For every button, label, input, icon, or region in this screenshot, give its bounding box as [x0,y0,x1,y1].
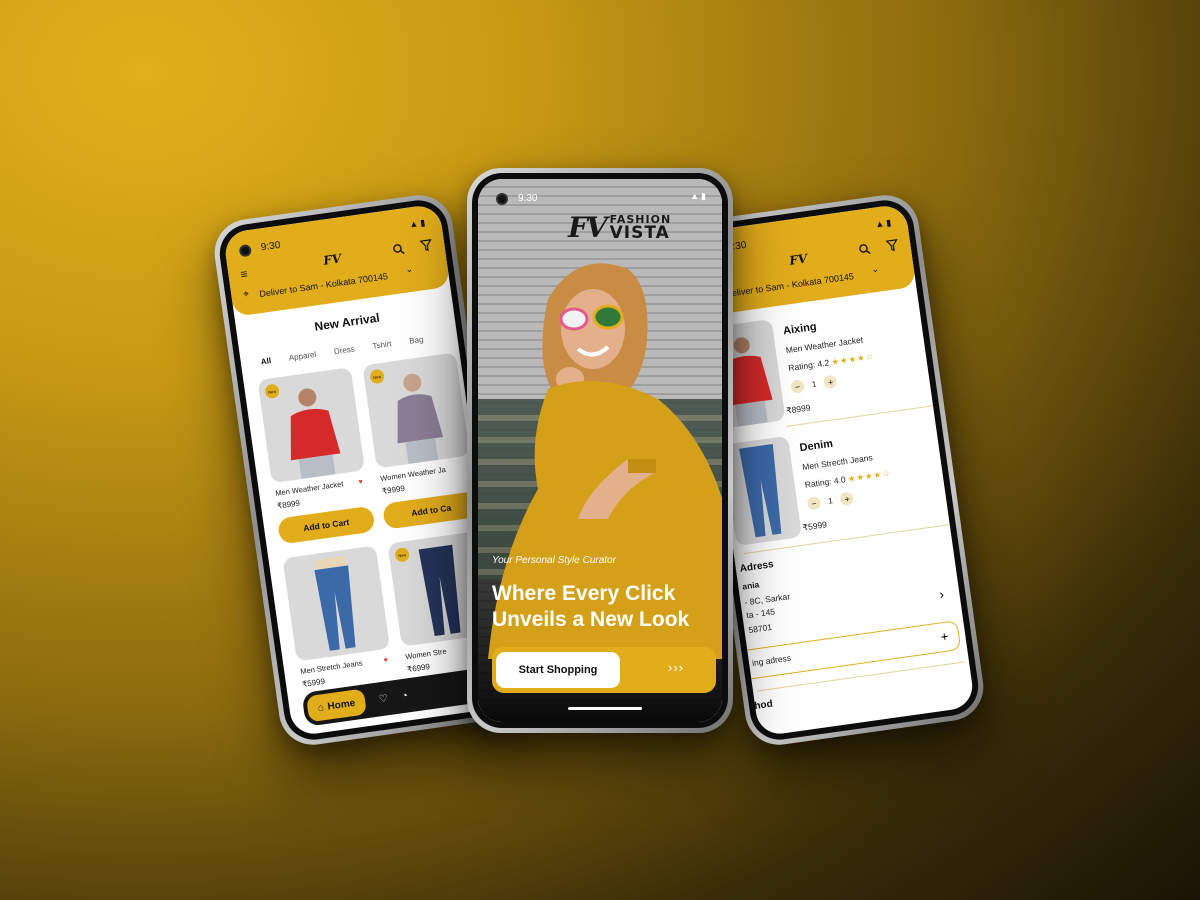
product-name: Women Weather Ja [379,464,447,484]
address-title: Adress [739,559,775,575]
app-logo: FV [788,251,809,268]
cart-item-rating: Rating: 4.0 ★★★★☆ [804,468,891,491]
address-name: ania [741,579,760,592]
product-price: ₹8999 [276,498,301,511]
decrease-button[interactable]: − [806,495,822,511]
search-icon[interactable] [392,243,406,260]
quantity-stepper: − 1 + [790,374,839,394]
rating-stars: ★★★★☆ [830,351,875,367]
decrease-button[interactable]: − [790,379,805,394]
menu-icon[interactable]: ≡ [240,267,249,282]
add-address-label: ing adress [751,652,792,668]
arrows-icon: ››› [668,660,684,675]
location-icon: ⌖ [242,288,250,301]
deliver-to[interactable]: Deliver to Sam - Kolkata 700145 [259,271,389,299]
tab-bag[interactable]: Bag [409,335,424,346]
front-camera [238,243,253,258]
chevron-down-icon[interactable]: ⌄ [405,264,414,276]
tab-all[interactable]: All [260,356,271,366]
signal-battery-icon: ▲▮ [408,217,428,230]
start-shopping-button[interactable]: Start Shopping [496,652,620,688]
address-line: 58701 [747,621,773,636]
splash-screen: 9:30 ▲▮ FV FASHION VISTA Your Personal S… [478,179,722,722]
increase-button[interactable]: + [823,374,839,390]
section-title: New Arrival [313,310,381,334]
jeans-photo [739,443,782,538]
tagline: Your Personal Style Curator [492,555,616,566]
tab-apparel[interactable]: Apparel [288,350,317,363]
filter-icon[interactable] [885,239,900,256]
cart-item-name: Men Strecth Jeans [801,452,874,473]
tab-dress[interactable]: Dress [333,344,355,356]
chevron-down-icon[interactable]: ⌄ [871,264,880,276]
rating-label: Rating: 4.2 [787,357,830,374]
heart-icon[interactable]: ♥ [383,657,388,665]
phone-center-splash: 9:30 ▲▮ FV FASHION VISTA Your Personal S… [467,168,733,733]
rating-stars: ★★★★☆ [847,467,892,484]
nav-home-button[interactable]: ⌂ Home [305,688,367,723]
product-name: Men Stretch Jeans [299,658,363,677]
cart-item-image[interactable] [722,435,803,547]
plus-icon: + [939,628,950,645]
home-header: 9:30 ▲▮ ≡ FV ⌖ Deliver to Sam - Kolkata … [222,203,451,317]
product-name: Men Weather Jacket [274,479,344,498]
user-icon[interactable]: ◔ [401,690,409,702]
quantity-value: 1 [811,379,817,389]
deliver-to[interactable]: Deliver to Sam - Kolkata 700145 [725,271,855,299]
address-line: ta - 145 [745,606,776,621]
heart-icon[interactable]: ♥ [358,479,363,487]
cart-item-price: ₹5999 [802,519,828,533]
filter-icon[interactable] [419,239,434,256]
add-to-cart-button[interactable]: Add to Cart [276,505,376,545]
logo-mark: FV [568,211,608,244]
product-name: Women Stre [404,646,448,662]
app-logo: FV [322,251,343,268]
product-price: ₹9999 [381,483,406,496]
cart-item-price: ₹8999 [785,402,812,416]
status-time: 9:30 [518,193,538,204]
headline: Where Every Click Unveils a New Look [492,582,690,631]
signal-battery-icon: ▲▮ [874,217,894,230]
cart-item-brand: Denim [798,437,834,455]
add-to-cart-button[interactable]: Add to Ca [381,490,481,530]
bottom-nav: ⌂ Home ♡ ◔ [301,666,495,727]
address-line: - 8C, Sarkar [743,591,791,608]
jeans-photo [314,555,356,651]
nav-home-label: Home [326,697,356,713]
home-indicator [568,707,642,710]
home-icon: ⌂ [316,701,325,714]
quantity-stepper: − 1 + [806,491,855,511]
product-price: ₹5999 [301,676,326,689]
cart-item-name: Men Weather Jacket [785,334,864,356]
heart-icon[interactable]: ♡ [378,693,388,705]
front-camera [496,193,508,205]
start-shopping-slider[interactable]: Start Shopping ››› [492,647,716,693]
status-time: 9:30 [260,239,282,254]
logo-line2: VISTA [609,222,670,243]
logo-wordmark: FASHION VISTA [610,214,672,242]
chevron-right-icon[interactable]: › [938,586,945,602]
increase-button[interactable]: + [839,491,855,507]
payment-method-title: thod [750,698,774,713]
brand-logo: FV FASHION VISTA [568,211,671,244]
product-price: ₹6999 [406,662,431,675]
cart-item-brand: Aixing [782,320,818,338]
product-image[interactable] [282,545,391,662]
tab-tshirt[interactable]: Tshirt [372,339,392,351]
search-icon[interactable] [858,243,872,260]
rating-label: Rating: 4.0 [804,474,847,490]
signal-battery-icon: ▲▮ [690,191,708,201]
quantity-value: 1 [827,496,834,506]
cart-item-rating: Rating: 4.2 ★★★★☆ [788,351,875,374]
